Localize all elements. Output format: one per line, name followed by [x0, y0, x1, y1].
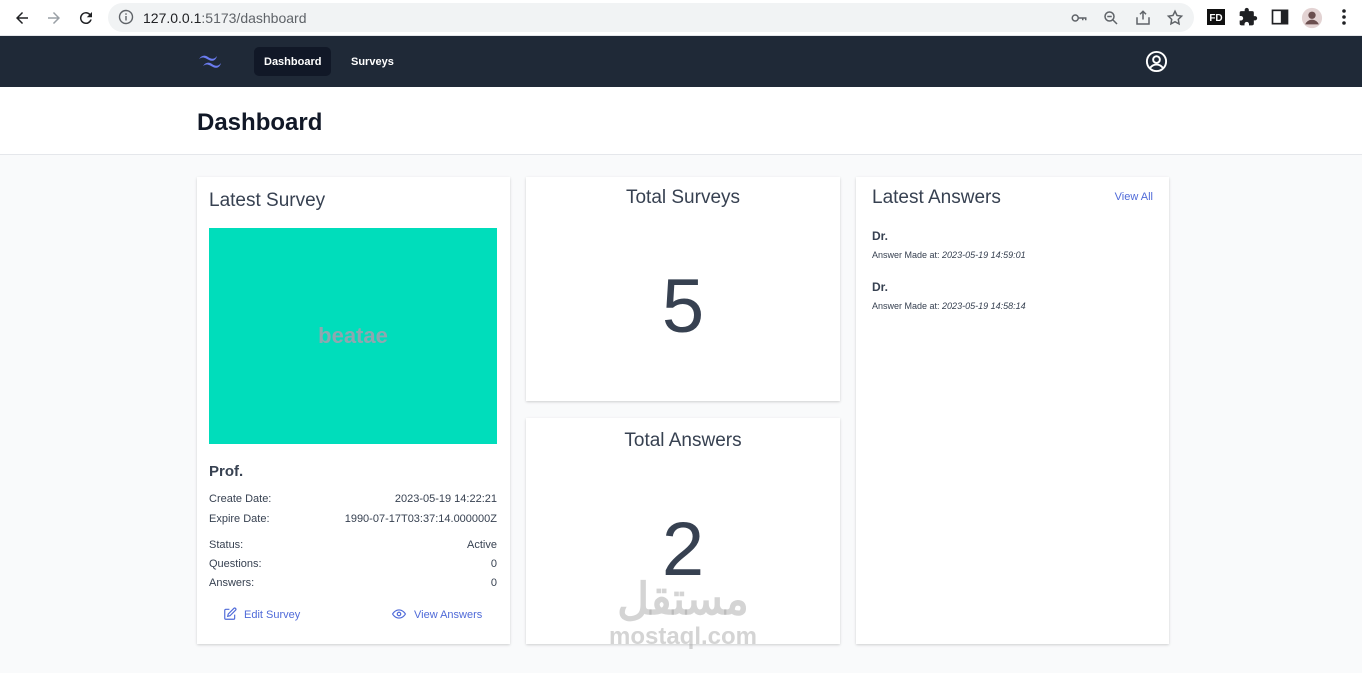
status-row: Status: Active [209, 539, 497, 551]
answers-label: Answers: [209, 577, 255, 589]
answer-item-meta: Answer Made at: 2023-05-19 14:59:01 [872, 250, 1026, 260]
answer-item-meta: Answer Made at: 2023-05-19 14:58:14 [872, 301, 1026, 311]
url-text: 127.0.0.1:5173/dashboard [143, 10, 306, 26]
reload-icon[interactable] [74, 6, 98, 30]
answer-meta-label: Answer Made at: [872, 301, 940, 311]
browser-toolbar: 127.0.0.1:5173/dashboard FD [0, 0, 1362, 36]
create-date-label: Create Date: [209, 493, 272, 505]
key-icon[interactable] [1070, 9, 1088, 27]
svg-text:FD: FD [1209, 13, 1222, 24]
app-navbar: Dashboard Surveys [0, 36, 1362, 87]
extensions-puzzle-icon[interactable] [1238, 7, 1258, 27]
latest-survey-card: Latest Survey beatae Prof. Create Date: … [197, 177, 510, 644]
view-answers-button[interactable]: View Answers [377, 601, 496, 629]
site-info-icon[interactable] [118, 9, 134, 25]
page-header: Dashboard [0, 87, 1362, 155]
answer-time: 2023-05-19 14:59:01 [942, 250, 1026, 260]
url-path: :5173/dashboard [201, 10, 307, 26]
status-value: Active [467, 539, 497, 551]
expire-date-label: Expire Date: [209, 513, 270, 525]
view-all-link[interactable]: View All [1115, 191, 1153, 203]
status-label: Status: [209, 539, 244, 551]
profile-avatar-icon[interactable] [1301, 7, 1323, 29]
answer-item-title[interactable]: Dr. [872, 280, 888, 294]
answers-row: Answers: 0 [209, 577, 497, 589]
survey-image: beatae [209, 228, 497, 444]
questions-label: Questions: [209, 558, 262, 570]
latest-answers-heading: Latest Answers [872, 187, 1001, 208]
fd-extension-icon[interactable]: FD [1206, 7, 1226, 27]
questions-value: 0 [490, 558, 497, 570]
nav-surveys[interactable]: Surveys [341, 47, 404, 76]
mostaql-watermark: مستقل mostaql.com [598, 578, 768, 652]
total-surveys-heading: Total Surveys [625, 187, 741, 208]
watermark-latin: mostaql.com [608, 623, 758, 650]
create-date-value: 2023-05-19 14:22:21 [394, 493, 497, 505]
questions-row: Questions: 0 [209, 558, 497, 570]
zoom-icon[interactable] [1102, 9, 1120, 27]
total-surveys-card: Total Surveys 5 [526, 177, 840, 401]
total-answers-heading: Total Answers [624, 430, 742, 451]
survey-name: Prof. [209, 463, 244, 480]
edit-pencil-icon [223, 607, 244, 624]
eye-icon [391, 607, 414, 624]
latest-survey-heading: Latest Survey [209, 190, 326, 211]
back-icon[interactable] [10, 6, 34, 30]
answer-meta-label: Answer Made at: [872, 250, 940, 260]
watermark-arabic: مستقل [617, 575, 749, 624]
view-answers-label: View Answers [414, 609, 483, 621]
side-panel-icon[interactable] [1270, 7, 1290, 27]
address-bar[interactable]: 127.0.0.1:5173/dashboard [108, 3, 1194, 32]
edit-survey-label: Edit Survey [244, 609, 301, 621]
bookmark-star-icon[interactable] [1166, 9, 1184, 27]
browser-menu-icon[interactable] [1336, 7, 1356, 27]
total-surveys-value: 5 [661, 264, 705, 349]
user-circle-icon[interactable] [1145, 50, 1168, 73]
answer-item-title[interactable]: Dr. [872, 229, 888, 243]
expire-date-row: Expire Date: 1990-07-17T03:37:14.000000Z [209, 513, 497, 525]
share-icon[interactable] [1134, 9, 1152, 27]
tailwind-logo-icon[interactable] [197, 52, 223, 70]
answers-value: 0 [490, 577, 497, 589]
answer-time: 2023-05-19 14:58:14 [942, 301, 1026, 311]
latest-answers-card: Latest Answers View All Dr. Answer Made … [856, 177, 1169, 644]
expire-date-value: 1990-07-17T03:37:14.000000Z [344, 513, 497, 525]
survey-image-text: beatae [318, 323, 388, 348]
edit-survey-button[interactable]: Edit Survey [209, 601, 314, 629]
page-title: Dashboard [197, 109, 323, 136]
nav-dashboard[interactable]: Dashboard [254, 47, 332, 76]
forward-icon[interactable] [42, 6, 66, 30]
create-date-row: Create Date: 2023-05-19 14:22:21 [209, 493, 497, 505]
url-host: 127.0.0.1 [143, 10, 202, 26]
